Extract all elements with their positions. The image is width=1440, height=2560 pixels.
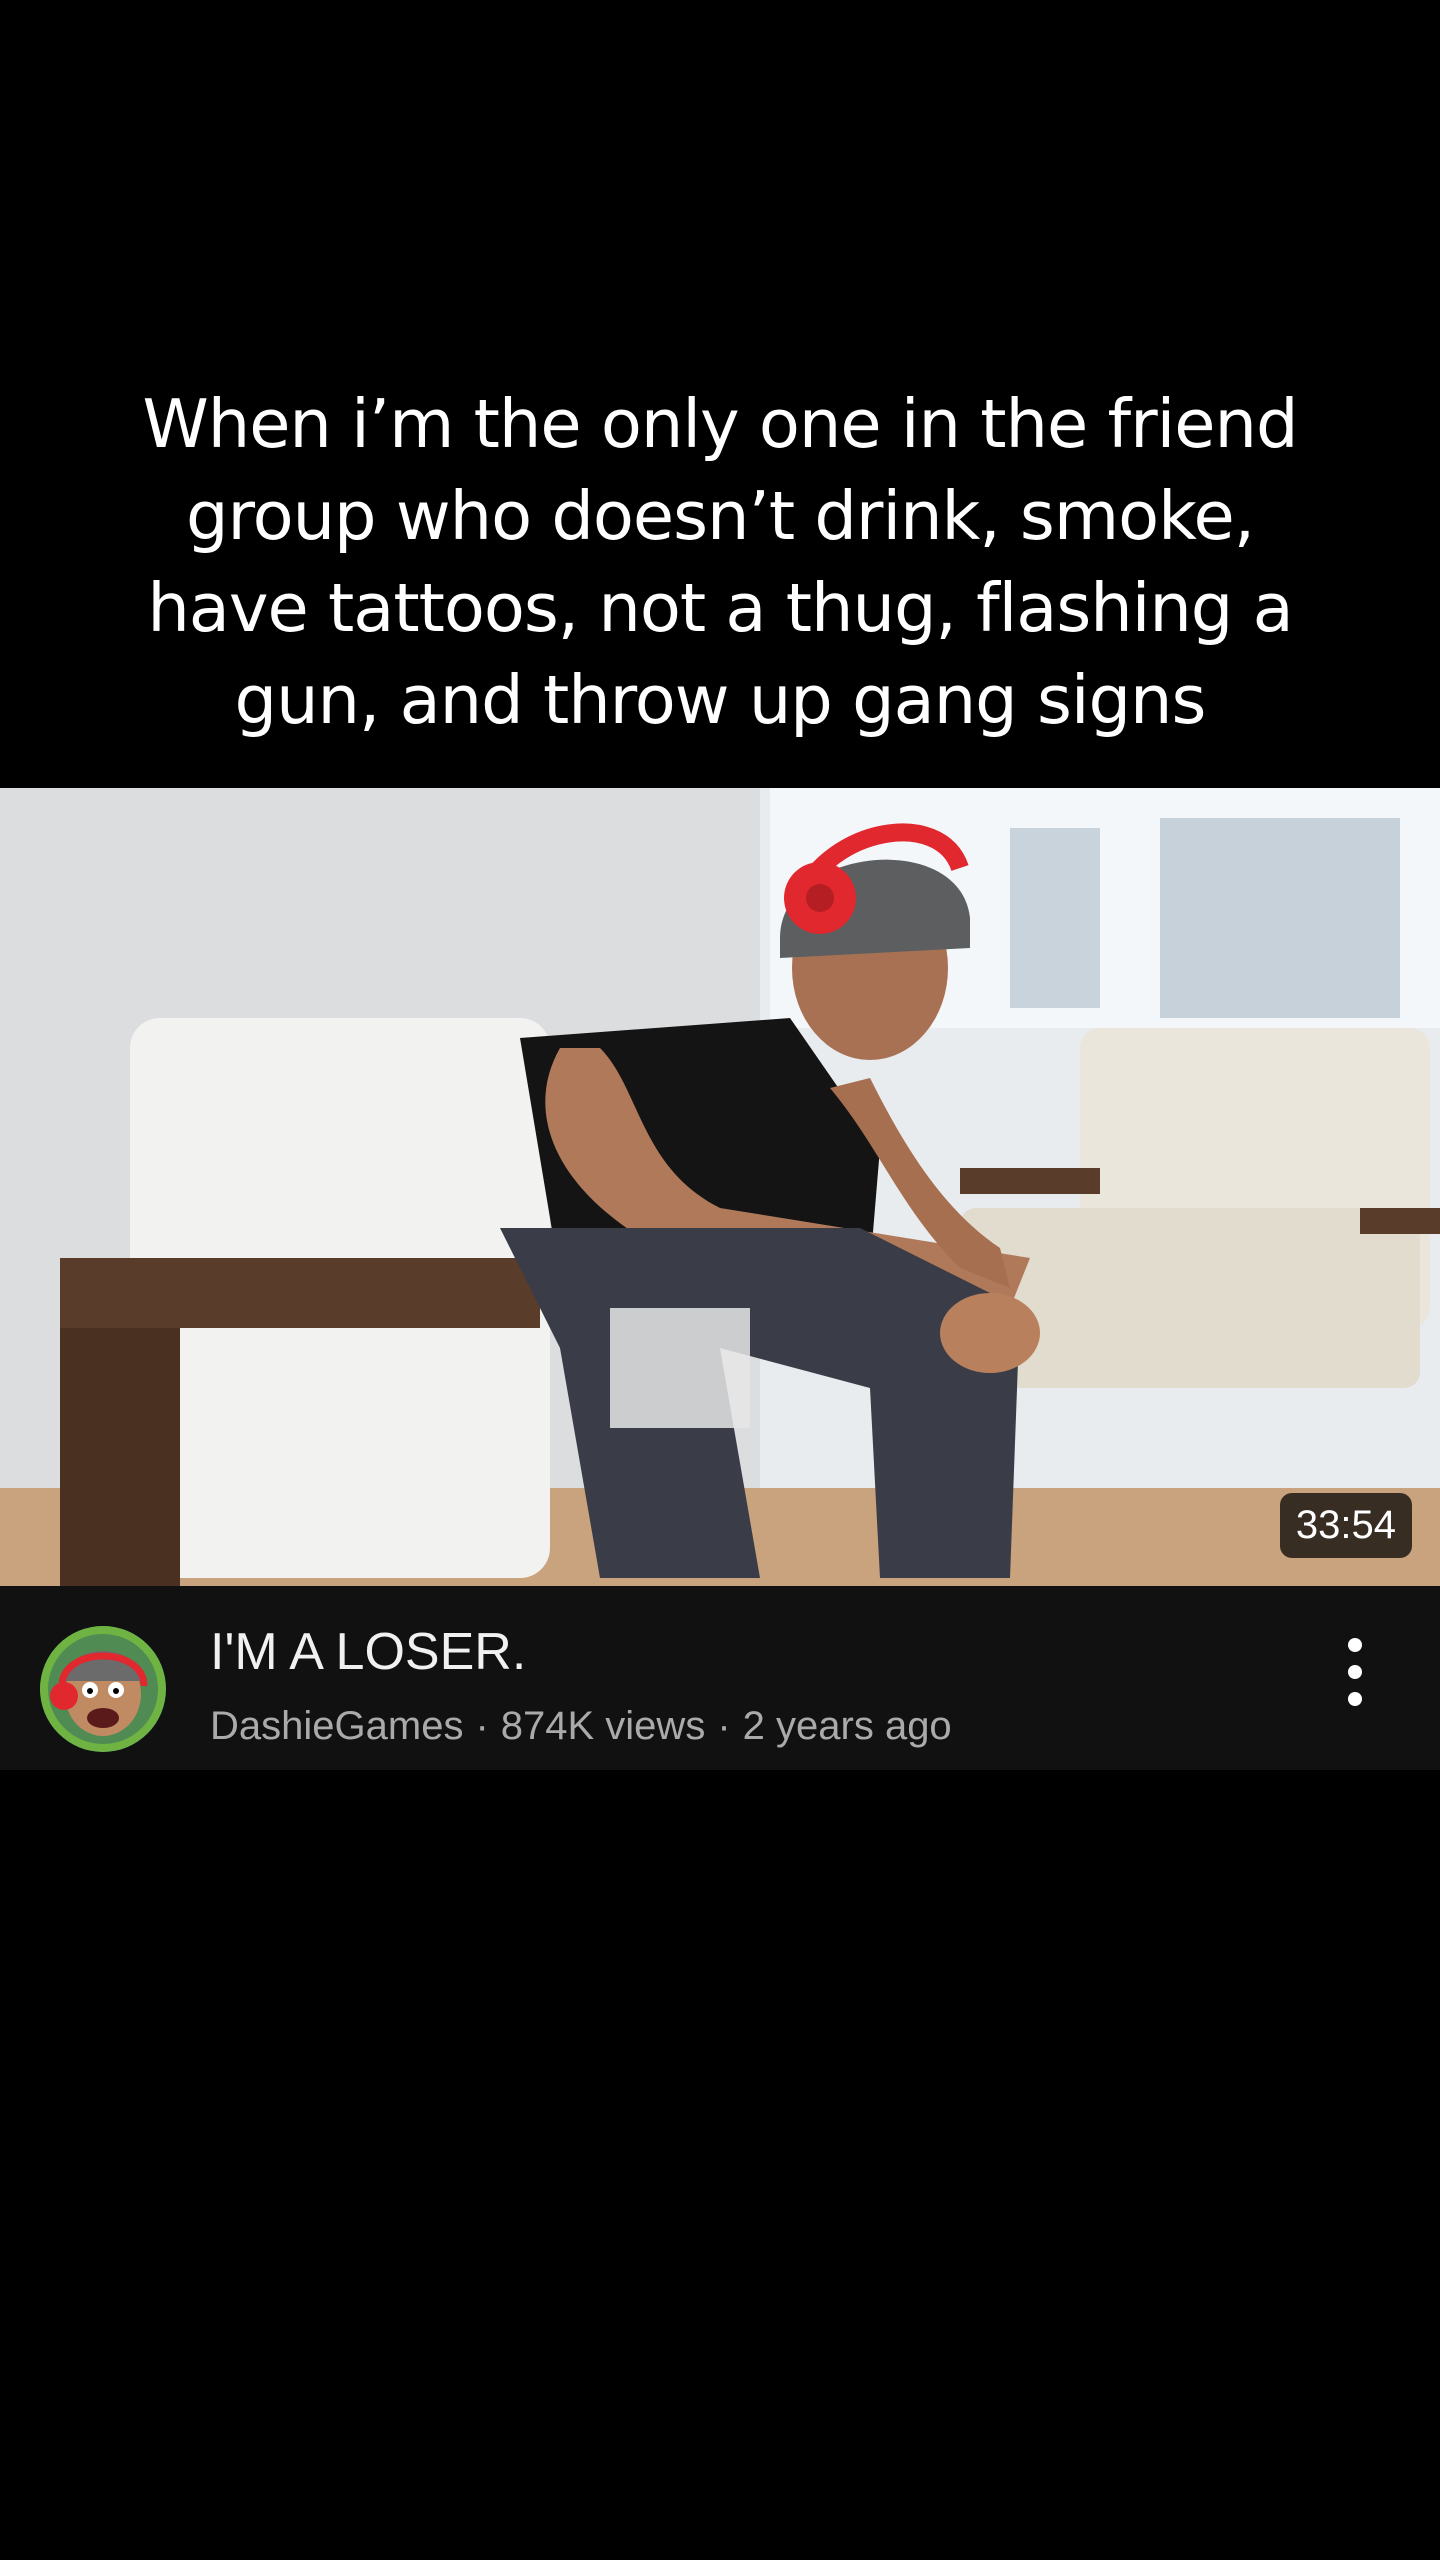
caption-line-3: have tattoos, not a thug, flashing a	[147, 569, 1293, 647]
meme-caption: When i’m the only one in the friend grou…	[60, 378, 1380, 746]
caption-line-1: When i’m the only one in the friend	[142, 385, 1298, 463]
caption-line-2: group who doesn’t drink, smoke,	[185, 477, 1255, 555]
dot	[1348, 1638, 1362, 1652]
video-meta: DashieGames · 874K views · 2 years ago	[210, 1704, 952, 1749]
separator: ·	[717, 1704, 731, 1748]
avatar-image	[40, 1626, 166, 1752]
dot	[1348, 1692, 1362, 1706]
video-thumbnail[interactable]: 33:54	[0, 788, 1440, 1586]
upload-age: 2 years ago	[742, 1704, 952, 1748]
caption-line-4: gun, and throw up gang signs	[234, 661, 1207, 739]
video-info-row[interactable]: I'M A LOSER. DashieGames · 874K views · 2 ye…	[0, 1586, 1440, 1770]
duration-badge: 33:54	[1279, 1493, 1412, 1558]
channel-avatar[interactable]	[40, 1626, 166, 1752]
channel-name[interactable]: DashieGames	[210, 1704, 463, 1748]
view-count: 874K views	[500, 1704, 706, 1748]
dot	[1348, 1665, 1362, 1679]
vertical-ellipsis-icon[interactable]	[1340, 1638, 1370, 1706]
thumbnail-image	[0, 788, 1440, 1586]
separator: ·	[475, 1704, 489, 1748]
video-title[interactable]: I'M A LOSER.	[210, 1622, 526, 1682]
